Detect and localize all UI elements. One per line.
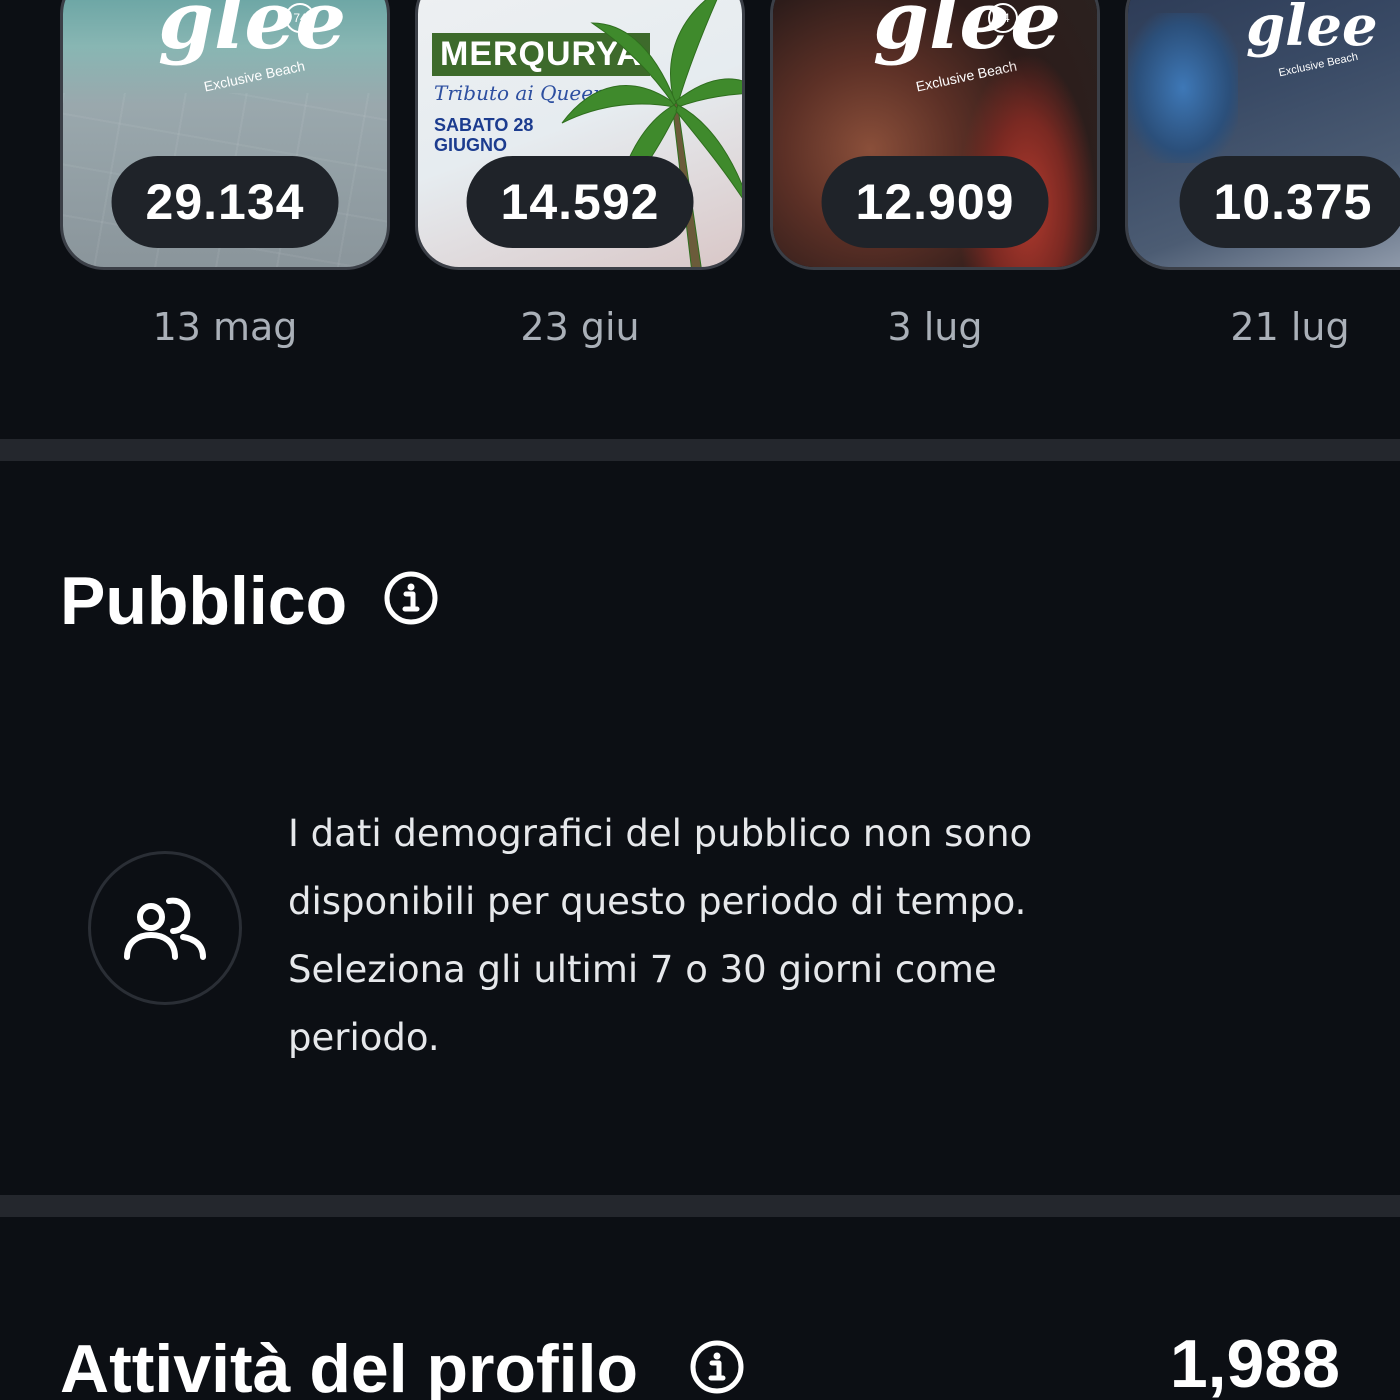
reel-view-count: 14.592	[466, 156, 694, 248]
glee-logo: glee	[158, 0, 347, 67]
audience-unavailable-message: I dati demografici del pubblico non sono…	[288, 812, 1033, 1059]
reel-card[interactable]: glee Exclusive Beach 74 12.909	[770, 0, 1100, 270]
section-divider	[0, 1195, 1400, 1217]
reel-card[interactable]: glee Exclusive Beach 74 29.134	[60, 0, 390, 270]
reel-date: 3 lug	[887, 305, 983, 349]
info-icon[interactable]	[384, 571, 438, 625]
audience-icon-circle	[88, 851, 242, 1005]
audience-title: Pubblico	[60, 563, 348, 639]
info-icon[interactable]	[690, 1340, 744, 1394]
reel-date: 13 mag	[152, 305, 298, 349]
insights-page: glee Exclusive Beach 74 29.134 13 mag ME…	[0, 0, 1400, 1400]
glee-logo: glee	[873, 0, 1062, 67]
glee-logo: glee	[1246, 0, 1378, 59]
reel-view-count: 10.375	[1179, 156, 1400, 248]
glee-logo-badge: 74	[285, 3, 315, 33]
reel-view-count: 29.134	[111, 156, 339, 248]
reel-card[interactable]: glee Exclusive Beach 10.375	[1125, 0, 1400, 270]
event-date-line2: GIUGNO	[434, 135, 508, 155]
reel-date: 23 giu	[520, 305, 640, 349]
reel-card[interactable]: MERQURYA Tributo ai Queen SABATO 28 GIUG…	[415, 0, 745, 270]
reel-date: 21 lug	[1230, 305, 1350, 349]
section-divider	[0, 439, 1400, 461]
people-icon	[124, 897, 206, 960]
profile-activity-title: Attività del profilo	[60, 1331, 638, 1400]
reels-carousel[interactable]: glee Exclusive Beach 74 29.134 13 mag ME…	[0, 0, 1400, 440]
event-date-line1: SABATO 28	[434, 115, 534, 135]
glee-logo-badge: 74	[988, 3, 1018, 33]
profile-activity-value: 1,988	[1169, 1326, 1340, 1400]
reel-view-count: 12.909	[821, 156, 1049, 248]
event-banner-date: SABATO 28 GIUGNO	[434, 115, 533, 155]
